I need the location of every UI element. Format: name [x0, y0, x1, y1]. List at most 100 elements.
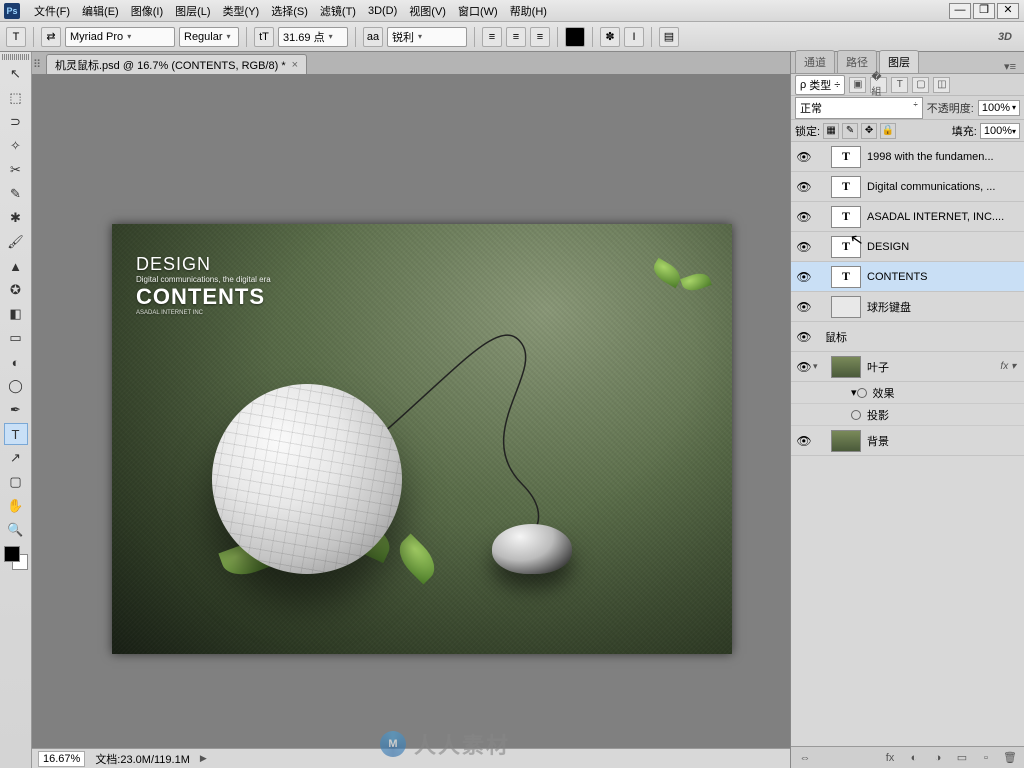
- eyedropper-tool[interactable]: ✎: [4, 183, 28, 205]
- layer-row[interactable]: 👁TDESIGN: [791, 232, 1024, 262]
- layer-row[interactable]: 👁鼠标: [791, 322, 1024, 352]
- marquee-tool[interactable]: ⬚: [4, 87, 28, 109]
- visibility-icon[interactable]: 👁: [795, 240, 813, 254]
- filter-type-icon[interactable]: T: [891, 77, 908, 93]
- filter-adjust-icon[interactable]: �組: [870, 77, 887, 93]
- adjustment-icon[interactable]: ◑: [928, 750, 948, 766]
- brush-tool[interactable]: 🖌: [4, 231, 28, 253]
- opacity-value[interactable]: 100%▾: [978, 100, 1020, 116]
- tab-channels[interactable]: 通道: [795, 50, 835, 73]
- new-layer-icon[interactable]: ▫: [976, 750, 996, 766]
- lasso-tool[interactable]: ⊃: [4, 111, 28, 133]
- color-swatches[interactable]: [4, 546, 28, 570]
- filter-type-combo[interactable]: ρ类型÷: [795, 75, 845, 95]
- history-brush-tool[interactable]: ✪: [4, 279, 28, 301]
- zoom-tool[interactable]: 🔍: [4, 519, 28, 541]
- menu-help[interactable]: 帮助(H): [504, 3, 553, 19]
- align-center[interactable]: ≡: [506, 27, 526, 47]
- pen-tool[interactable]: ✒: [4, 399, 28, 421]
- visibility-icon[interactable]: 👁: [795, 434, 813, 448]
- visibility-icon[interactable]: 👁: [795, 330, 813, 344]
- font-size-combo[interactable]: 31.69 点▾: [278, 27, 348, 47]
- 3d-mode-label[interactable]: 3D: [998, 31, 1012, 43]
- wand-tool[interactable]: ✧: [4, 135, 28, 157]
- window-minimize[interactable]: —: [949, 3, 971, 19]
- crop-tool[interactable]: ✂: [4, 159, 28, 181]
- shape-tool[interactable]: ▢: [4, 471, 28, 493]
- warp-text-button[interactable]: ✽: [600, 27, 620, 47]
- menu-layer[interactable]: 图层(L): [169, 3, 216, 19]
- layer-effect-row[interactable]: ▾效果: [791, 382, 1024, 404]
- canvas-area[interactable]: DESIGN Digital communications, the digit…: [32, 74, 790, 748]
- layer-row[interactable]: 👁背景: [791, 426, 1024, 456]
- heal-tool[interactable]: ✱: [4, 207, 28, 229]
- layer-row[interactable]: 👁TCONTENTS: [791, 262, 1024, 292]
- trash-icon[interactable]: 🗑: [1000, 750, 1020, 766]
- visibility-icon[interactable]: 👁: [795, 270, 813, 284]
- twirl-icon[interactable]: ▾: [851, 386, 857, 399]
- tab-paths[interactable]: 路径: [837, 50, 877, 73]
- layer-row[interactable]: 👁TASADAL INTERNET, INC....: [791, 202, 1024, 232]
- tool-preset[interactable]: T: [6, 27, 26, 47]
- lock-all-icon[interactable]: 🔒: [880, 123, 896, 139]
- layer-effect-row[interactable]: 投影: [791, 404, 1024, 426]
- lock-trans-icon[interactable]: ▦: [823, 123, 839, 139]
- menu-image[interactable]: 图像(I): [125, 3, 169, 19]
- mask-icon[interactable]: ◐: [904, 750, 924, 766]
- layer-row[interactable]: 👁球形键盘: [791, 292, 1024, 322]
- menu-select[interactable]: 选择(S): [265, 3, 314, 19]
- visibility-icon[interactable]: 👁: [795, 210, 813, 224]
- zoom-level[interactable]: 16.67%: [38, 751, 85, 767]
- twirl-icon[interactable]: ▾: [813, 361, 825, 372]
- toolbox-grip[interactable]: [2, 54, 30, 60]
- visibility-icon[interactable]: 👁: [795, 360, 813, 374]
- visibility-icon[interactable]: 👁: [795, 180, 813, 194]
- link-layers-icon[interactable]: ⇔: [795, 750, 815, 766]
- layer-row[interactable]: 👁TDigital communications, ...: [791, 172, 1024, 202]
- menu-edit[interactable]: 编辑(E): [76, 3, 125, 19]
- window-close[interactable]: ✕: [997, 3, 1019, 19]
- antialias-combo[interactable]: 锐利▾: [387, 27, 467, 47]
- filter-shape-icon[interactable]: ▢: [912, 77, 929, 93]
- lock-position-icon[interactable]: ✥: [861, 123, 877, 139]
- tab-grip[interactable]: ⠿: [32, 54, 42, 74]
- effect-vis-icon[interactable]: [851, 410, 861, 420]
- visibility-icon[interactable]: 👁: [795, 150, 813, 164]
- effect-vis-icon[interactable]: [857, 388, 867, 398]
- blend-mode-combo[interactable]: 正常÷: [795, 97, 923, 119]
- hand-tool[interactable]: ✋: [4, 495, 28, 517]
- fill-value[interactable]: 100%▾: [980, 123, 1020, 139]
- menu-type[interactable]: 类型(Y): [217, 3, 266, 19]
- char-panel-button[interactable]: I: [624, 27, 644, 47]
- eraser-tool[interactable]: ◧: [4, 303, 28, 325]
- filter-smart-icon[interactable]: ◫: [933, 77, 950, 93]
- path-select-tool[interactable]: ↗: [4, 447, 28, 469]
- menu-view[interactable]: 视图(V): [403, 3, 452, 19]
- filter-pixel-icon[interactable]: ▣: [849, 77, 866, 93]
- visibility-icon[interactable]: 👁: [795, 300, 813, 314]
- fx-badge[interactable]: fx ▾: [1000, 361, 1016, 372]
- document-tab[interactable]: 机灵鼠标.psd @ 16.7% (CONTENTS, RGB/8) * ×: [46, 54, 307, 74]
- stamp-tool[interactable]: ▲: [4, 255, 28, 277]
- layer-row[interactable]: 👁T1998 with the fundamen...: [791, 142, 1024, 172]
- fx-icon[interactable]: fx: [880, 750, 900, 766]
- dodge-tool[interactable]: ◯: [4, 375, 28, 397]
- paragraph-panel-button[interactable]: ▤: [659, 27, 679, 47]
- align-right[interactable]: ≡: [530, 27, 550, 47]
- lock-pixels-icon[interactable]: ✎: [842, 123, 858, 139]
- menu-filter[interactable]: 滤镜(T): [314, 3, 362, 19]
- tab-layers[interactable]: 图层: [879, 50, 919, 73]
- document-tab-close[interactable]: ×: [292, 59, 298, 71]
- layer-list[interactable]: 👁T1998 with the fundamen...👁TDigital com…: [791, 142, 1024, 746]
- orientation-toggle[interactable]: ⇄: [41, 27, 61, 47]
- panel-menu-icon[interactable]: ▾≡: [1000, 60, 1020, 73]
- menu-3d[interactable]: 3D(D): [362, 5, 403, 17]
- menu-file[interactable]: 文件(F): [28, 3, 76, 19]
- menu-window[interactable]: 窗口(W): [452, 3, 504, 19]
- font-style-combo[interactable]: Regular▾: [179, 27, 239, 47]
- group-icon[interactable]: ▭: [952, 750, 972, 766]
- move-tool[interactable]: ↖: [4, 63, 28, 85]
- font-family-combo[interactable]: Myriad Pro▾: [65, 27, 175, 47]
- status-menu-arrow[interactable]: ▶: [200, 753, 207, 764]
- layer-row[interactable]: 👁▾叶子fx ▾: [791, 352, 1024, 382]
